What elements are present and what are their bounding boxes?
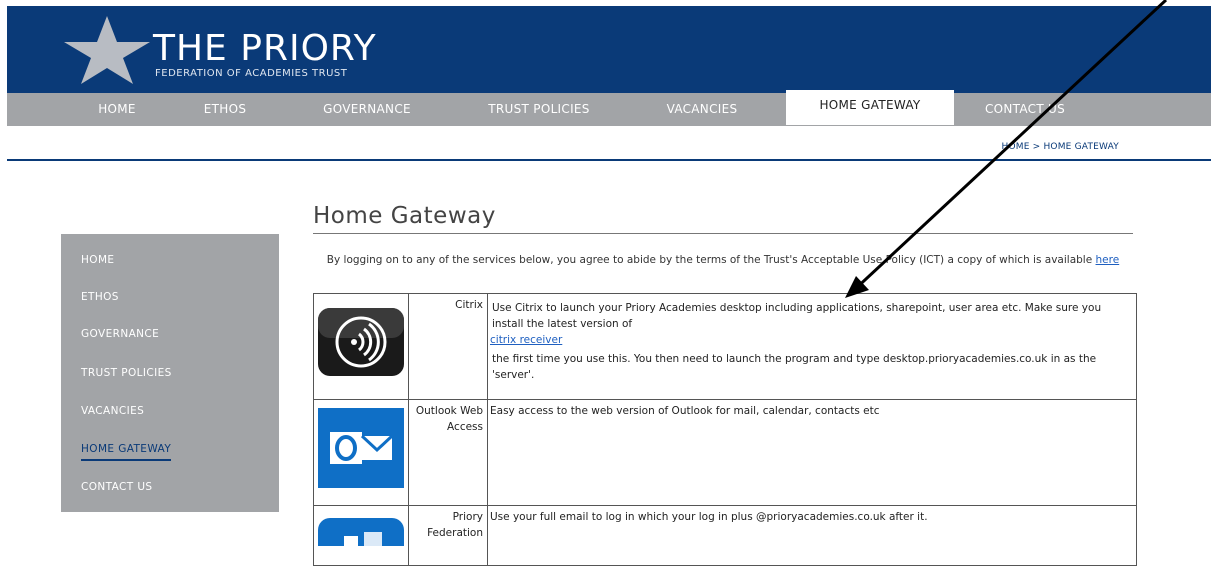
outlook-name-cell: Outlook Web Access xyxy=(408,399,488,506)
service-name-citrix: Citrix xyxy=(455,299,483,311)
star-logo-icon[interactable] xyxy=(62,14,152,86)
aup-link[interactable]: here xyxy=(1096,254,1120,266)
sidebar-item-vacancies[interactable]: VACANCIES xyxy=(81,405,144,417)
service-name-outlook: Outlook Web Access xyxy=(415,405,483,433)
nav-item-governance[interactable]: GOVERNANCE xyxy=(307,93,427,126)
nav-item-vacancies[interactable]: VACANCIES xyxy=(647,93,757,126)
citrix-icon-cell[interactable] xyxy=(313,293,409,400)
outlook-desc-cell: Easy access to the web version of Outloo… xyxy=(487,399,1137,506)
citrix-icon[interactable] xyxy=(314,294,408,394)
title-divider xyxy=(313,233,1133,234)
intro-text-body: By logging on to any of the services bel… xyxy=(326,254,1093,266)
breadcrumb-divider xyxy=(7,159,1211,161)
outlook-icon-cell[interactable] xyxy=(313,399,409,506)
priory-name-cell: Priory Federation xyxy=(408,505,488,566)
table-row: Citrix Use Citrix to launch your Priory … xyxy=(313,293,1137,400)
citrix-desc-cell: Use Citrix to launch your Priory Academi… xyxy=(487,293,1137,400)
sidebar: HOME ETHOS GOVERNANCE TRUST POLICIES VAC… xyxy=(61,234,279,512)
priory-desc-cell: Use your full email to log in which your… xyxy=(487,505,1137,566)
service-name-priory: Priory Federation xyxy=(427,511,483,539)
citrix-desc-before: Use Citrix to launch your Priory Academi… xyxy=(492,302,1102,330)
office365-icon-cell[interactable] xyxy=(313,505,409,566)
citrix-receiver-link[interactable]: citrix receiver xyxy=(490,334,562,346)
nav-item-contact-us[interactable]: CONTACT US xyxy=(965,93,1085,126)
site-header: THE PRIORY FEDERATION OF ACADEMIES TRUST xyxy=(7,6,1211,93)
service-desc-outlook: Easy access to the web version of Outloo… xyxy=(490,405,880,417)
table-row: Outlook Web Access Easy access to the we… xyxy=(313,399,1137,506)
logo-title[interactable]: THE PRIORY xyxy=(153,31,377,67)
table-row: Priory Federation Use your full email to… xyxy=(313,505,1137,566)
outlook-icon[interactable] xyxy=(314,400,408,500)
breadcrumb[interactable]: HOME > HOME GATEWAY xyxy=(1001,142,1119,152)
nav-item-home-gateway[interactable]: HOME GATEWAY xyxy=(786,90,954,125)
citrix-desc-after: the first time you use this. You then ne… xyxy=(492,353,1097,381)
sidebar-item-home[interactable]: HOME xyxy=(81,254,114,266)
services-table: Citrix Use Citrix to launch your Priory … xyxy=(313,293,1137,566)
sidebar-item-home-gateway[interactable]: HOME GATEWAY xyxy=(81,443,172,461)
nav-item-ethos[interactable]: ETHOS xyxy=(185,93,265,126)
office365-icon[interactable] xyxy=(314,506,408,558)
nav-item-trust-policies[interactable]: TRUST POLICIES xyxy=(469,93,609,126)
main-nav: HOME ETHOS GOVERNANCE TRUST POLICIES VAC… xyxy=(7,90,1211,126)
sidebar-item-trust-policies[interactable]: TRUST POLICIES xyxy=(81,367,172,379)
sidebar-item-governance[interactable]: GOVERNANCE xyxy=(81,328,159,340)
sidebar-item-ethos[interactable]: ETHOS xyxy=(81,291,119,303)
nav-item-home[interactable]: HOME xyxy=(77,93,157,126)
citrix-name-cell: Citrix xyxy=(408,293,488,400)
intro-text: By logging on to any of the services bel… xyxy=(313,252,1133,268)
service-desc-priory: Use your full email to log in which your… xyxy=(490,511,928,523)
page-title: Home Gateway xyxy=(313,203,496,229)
sidebar-item-contact-us[interactable]: CONTACT US xyxy=(81,481,152,493)
logo-subtitle: FEDERATION OF ACADEMIES TRUST xyxy=(155,68,348,79)
